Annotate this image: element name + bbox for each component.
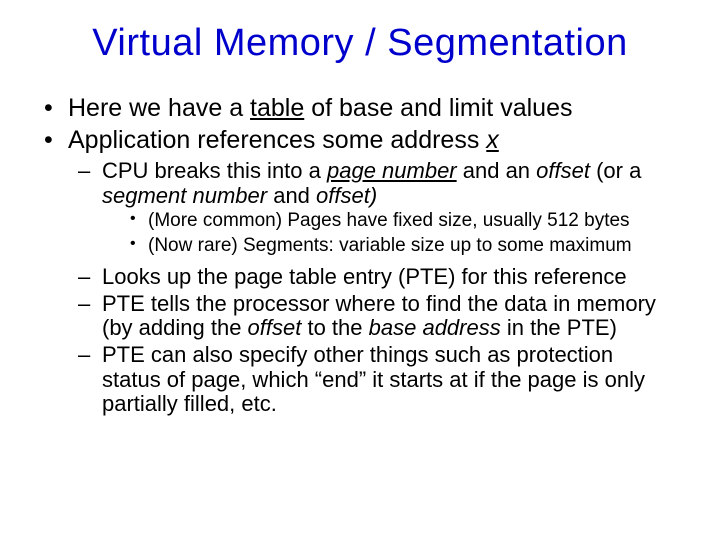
underline-italic-term: page number: [327, 158, 457, 183]
underline-table: table: [250, 94, 304, 122]
slide-title: Virtual Memory / Segmentation: [30, 22, 690, 65]
l2-item: PTE tells the processor where to find th…: [78, 292, 670, 341]
italic-term: base address: [369, 315, 501, 340]
text: in the PTE): [501, 315, 617, 340]
l2-item: Looks up the page table entry (PTE) for …: [78, 265, 670, 290]
underline-italic-x: x: [486, 126, 499, 154]
l2-item: PTE can also specify other things such a…: [78, 343, 670, 417]
text: and: [267, 183, 316, 208]
text: Application references some address: [68, 126, 486, 154]
l3-item: (More common) Pages have fixed size, usu…: [130, 210, 660, 232]
slide: Virtual Memory / Segmentation Here we ha…: [0, 0, 720, 540]
text: and an: [457, 158, 537, 183]
bullet-list-level1: Here we have a table of base and limit v…: [30, 93, 690, 155]
text: of base and limit values: [304, 94, 572, 122]
italic-term: offset: [536, 158, 590, 183]
l1-item: Application references some address x: [44, 125, 690, 155]
l1-item: Here we have a table of base and limit v…: [44, 93, 690, 123]
italic-term: offset: [248, 315, 302, 340]
l3-item: (Now rare) Segments: variable size up to…: [130, 235, 660, 257]
text: (or a: [590, 158, 641, 183]
italic-term: segment number: [102, 183, 267, 208]
text: Here we have a: [68, 94, 250, 122]
bullet-list-level3: (More common) Pages have fixed size, usu…: [102, 210, 670, 257]
l2-item: CPU breaks this into a page number and a…: [78, 159, 670, 257]
text: to the: [301, 315, 368, 340]
italic-term: offset): [316, 183, 377, 208]
text: CPU breaks this into a: [102, 158, 327, 183]
bullet-list-level2: CPU breaks this into a page number and a…: [30, 159, 690, 417]
